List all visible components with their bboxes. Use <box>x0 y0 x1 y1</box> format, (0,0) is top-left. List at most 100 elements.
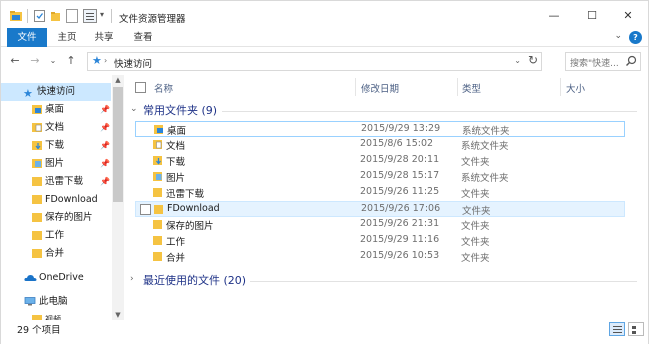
sidebar-item-thunder-downloads[interactable]: 迅雷下载 📌 <box>1 173 111 191</box>
scrollbar-thumb[interactable] <box>113 87 123 202</box>
sidebar-item-work[interactable]: 工作 <box>1 227 111 245</box>
expand-chevron-icon[interactable]: › <box>130 274 134 284</box>
scroll-down-icon[interactable]: ▼ <box>112 310 124 320</box>
sidebar-item-onedrive[interactable]: OneDrive <box>1 269 111 287</box>
file-name: 文档 <box>166 141 186 152</box>
pin-icon[interactable]: 📌 <box>100 155 110 173</box>
group-label: 最近使用的文件 (20) <box>143 274 247 287</box>
sidebar-item-pictures[interactable]: 图片 📌 <box>1 155 111 173</box>
large-icons-view-button[interactable] <box>628 322 644 336</box>
tab-share[interactable]: 共享 <box>90 28 118 47</box>
file-type: 系统文件夹 <box>461 141 509 152</box>
search-input[interactable]: 搜索"快速... <box>565 52 641 71</box>
navpane-scrollbar[interactable]: ▲ ▼ <box>112 75 124 320</box>
file-row-fdownload[interactable]: FDownload 2015/9/26 17:06 文件夹 <box>135 201 625 217</box>
sidebar-item-videos[interactable]: 视频 <box>1 311 111 320</box>
folder-icon <box>32 195 42 204</box>
file-type: 文件夹 <box>461 189 490 200</box>
forward-button[interactable]: → <box>27 53 43 69</box>
file-name: FDownload <box>167 203 220 214</box>
group-header-recent[interactable]: › 最近使用的文件 (20) <box>126 272 641 290</box>
file-row-work[interactable]: 工作 2015/9/29 11:16 文件夹 <box>135 233 625 249</box>
file-row-downloads[interactable]: 下载 2015/9/28 20:11 文件夹 <box>135 153 625 169</box>
sidebar-item-label: 文档 <box>45 122 65 133</box>
onedrive-icon <box>24 275 37 281</box>
sidebar-item-fdownload[interactable]: FDownload <box>1 191 111 209</box>
sidebar-item-label: 图片 <box>45 158 65 169</box>
back-button[interactable]: ← <box>7 53 23 69</box>
customize-toolbar-icon[interactable] <box>83 9 97 23</box>
file-row-merge[interactable]: 合并 2015/9/26 10:53 文件夹 <box>135 249 625 265</box>
column-type[interactable]: 类型 <box>462 81 481 95</box>
pin-icon[interactable]: 📌 <box>100 101 110 119</box>
sidebar-item-label: 工作 <box>45 230 65 241</box>
tab-view[interactable]: 查看 <box>129 28 157 47</box>
file-row-pictures[interactable]: 图片 2015/9/28 15:17 系统文件夹 <box>135 169 625 185</box>
pin-icon[interactable]: 📌 <box>100 137 110 155</box>
pin-icon[interactable]: 📌 <box>100 119 110 137</box>
file-row-desktop[interactable]: 桌面 2015/9/29 13:29 系统文件夹 <box>135 121 625 137</box>
pin-icon[interactable]: 📌 <box>100 173 110 191</box>
sidebar-item-merge[interactable]: 合并 <box>1 245 111 263</box>
blank-page-icon[interactable] <box>65 9 79 23</box>
minimize-button[interactable]: — <box>539 5 569 25</box>
column-divider[interactable] <box>355 78 356 96</box>
address-dropdown-icon[interactable]: ⌄ <box>514 56 521 65</box>
new-folder-icon[interactable] <box>50 9 61 23</box>
collapse-chevron-icon[interactable]: ⌄ <box>130 104 138 114</box>
address-bar[interactable]: ★ › 快速访问 ⌄ ↻ <box>87 52 542 71</box>
tab-home[interactable]: 主页 <box>53 28 81 47</box>
column-header: 名称 修改日期 类型 大小 <box>126 75 646 99</box>
file-row-saved-pictures[interactable]: 保存的图片 2015/9/26 21:31 文件夹 <box>135 217 625 233</box>
sidebar-item-label: 快速访问 <box>37 86 76 97</box>
recent-locations-button[interactable]: ⌄ <box>45 53 61 69</box>
file-type: 文件夹 <box>462 206 491 217</box>
up-button[interactable]: ↑ <box>63 53 79 69</box>
file-name: 迅雷下载 <box>166 189 205 200</box>
sidebar-item-documents[interactable]: 文档 📌 <box>1 119 111 137</box>
sidebar-item-label: 合并 <box>45 248 65 259</box>
sidebar-item-desktop[interactable]: 桌面 📌 <box>1 101 111 119</box>
sidebar-item-downloads[interactable]: 下载 📌 <box>1 137 111 155</box>
search-icon[interactable] <box>625 55 637 67</box>
select-all-checkbox[interactable] <box>135 82 146 93</box>
column-divider[interactable] <box>457 78 458 96</box>
file-date: 2015/9/26 11:25 <box>360 186 440 197</box>
properties-icon[interactable] <box>33 9 46 23</box>
breadcrumb-chevron-icon[interactable]: › <box>104 56 107 65</box>
sidebar-item-quick-access[interactable]: ★ 快速访问 <box>1 83 111 101</box>
quick-access-dropdown-icon[interactable]: ▾ <box>100 10 104 24</box>
group-header-frequent[interactable]: ⌄ 常用文件夹 (9) <box>126 102 641 120</box>
folder-icon <box>153 220 162 229</box>
file-name: 工作 <box>166 237 186 248</box>
expand-ribbon-icon[interactable]: ⌄ <box>614 31 622 41</box>
maximize-button[interactable]: ☐ <box>577 5 607 25</box>
details-view-button[interactable] <box>609 322 625 336</box>
folder-icon <box>153 252 162 261</box>
search-placeholder: 搜索"快速... <box>570 59 619 69</box>
breadcrumb[interactable]: 快速访问 <box>114 56 152 70</box>
help-icon[interactable]: ? <box>629 31 642 44</box>
close-button[interactable]: ✕ <box>613 5 643 25</box>
scroll-up-icon[interactable]: ▲ <box>112 75 124 85</box>
star-icon: ★ <box>92 54 102 67</box>
file-row-thunder-downloads[interactable]: 迅雷下载 2015/9/26 11:25 文件夹 <box>135 185 625 201</box>
sidebar-item-this-pc[interactable]: 此电脑 <box>1 293 111 311</box>
file-row-documents[interactable]: 文档 2015/8/6 15:02 系统文件夹 <box>135 137 625 153</box>
file-list-pane: 名称 修改日期 类型 大小 ⌄ 常用文件夹 (9) 桌面 2015/9/29 1… <box>126 75 646 320</box>
close-icon: ✕ <box>623 8 633 22</box>
tab-file[interactable]: 文件 <box>7 28 47 47</box>
row-checkbox[interactable] <box>140 204 151 215</box>
sidebar-item-saved-pictures[interactable]: 保存的图片 <box>1 209 111 227</box>
address-toolbar: ← → ⌄ ↑ ★ › 快速访问 ⌄ ↻ 搜索"快速... <box>1 48 648 74</box>
folder-icon <box>32 177 42 186</box>
column-divider[interactable] <box>560 78 561 96</box>
refresh-icon[interactable]: ↻ <box>528 53 538 67</box>
pictures-folder-icon <box>153 172 162 181</box>
downloads-folder-icon <box>32 141 42 150</box>
column-size[interactable]: 大小 <box>566 81 585 95</box>
column-date[interactable]: 修改日期 <box>361 81 399 95</box>
file-name: 下载 <box>166 157 186 168</box>
column-name[interactable]: 名称 <box>154 81 173 95</box>
folder-icon <box>153 188 162 197</box>
